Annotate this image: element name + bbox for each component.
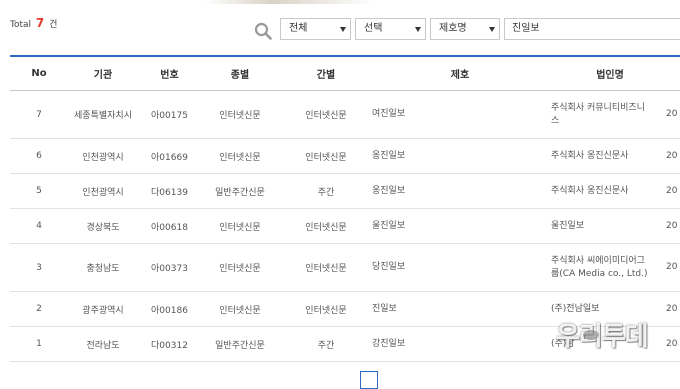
cell-title: 옹진일보 <box>372 185 406 196</box>
cell-reg-no: 다06139 <box>151 187 188 198</box>
cell-title: 여진일보 <box>372 109 406 119</box>
cell-extra: 20 <box>666 220 678 231</box>
cell-type: 인터넷신문 <box>219 152 261 163</box>
cell-agency: 전라남도 <box>86 340 120 351</box>
category-select-value: 전체 <box>289 23 308 34</box>
cell-type: 인터넷신문 <box>219 111 261 121</box>
cell-type: 인터넷신문 <box>219 222 261 233</box>
cell-corp: 주식회사 옹진신문사 <box>551 174 656 208</box>
cell-period: 인터넷신문 <box>305 152 347 163</box>
cell-agency: 세종특별자치시 <box>74 111 132 121</box>
chevron-down-icon <box>340 27 346 32</box>
corp-line: 주식회사 옹진신문사 <box>551 150 629 161</box>
table-row[interactable]: 7 세종특별자치시 아00175 인터넷신문 인터넷신문 여진일보 주식회사 커뮤니티비즈니… <box>10 91 680 139</box>
cell-extra: 20 <box>666 185 678 196</box>
category-select[interactable]: 전체 <box>280 18 351 40</box>
col-header-corp: 법인명 <box>596 70 624 81</box>
search-input[interactable]: 진일보 <box>504 18 680 40</box>
search-icon[interactable] <box>254 22 272 40</box>
cell-extra: 20 <box>666 150 678 161</box>
cell-no: 2 <box>36 304 42 314</box>
table-row[interactable]: 5 인천광역시 다06139 일반주간신문 주간 옹진일보 주식회사 옹진신문사 20 <box>10 174 680 209</box>
cell-agency: 경상북도 <box>86 222 120 233</box>
cell-title: 울진일보 <box>372 220 406 231</box>
col-header-number: 번호 <box>160 70 179 81</box>
total-suffix: 건 <box>49 20 58 30</box>
watermark-logo: 우리투데 <box>556 316 680 364</box>
table-row[interactable]: 4 경상북도 아00618 인터넷신문 인터넷신문 울진일보 울진일보 20 <box>10 209 680 244</box>
cell-reg-no: 아00373 <box>151 264 188 274</box>
top-banner-strip <box>0 0 680 4</box>
cell-no: 4 <box>36 221 42 231</box>
field-select[interactable]: 제호명 <box>430 18 500 40</box>
cell-extra: 20 <box>666 109 678 119</box>
search-input-value: 진일보 <box>512 23 540 34</box>
cell-period: 인터넷신문 <box>305 111 347 121</box>
col-header-type: 종별 <box>230 70 250 81</box>
table-row[interactable]: 6 인천광역시 아01669 인터넷신문 인터넷신문 옹진일보 주식회사 옹진신문사 20 <box>10 139 680 174</box>
cell-period: 주간 <box>317 340 335 351</box>
cell-period: 주간 <box>317 187 335 198</box>
cell-corp: 주식회사 씨에이미디어그룹(CA Media co., Ltd.) <box>551 244 656 291</box>
table-header: No 기관 번호 종별 간별 제호 법인명 <box>10 55 680 91</box>
cell-corp: 울진일보 <box>551 209 656 243</box>
cell-period: 인터넷신문 <box>305 305 347 316</box>
cell-type: 인터넷신문 <box>219 305 261 316</box>
watermark-text: 우리투데 <box>556 322 649 352</box>
cell-no: 1 <box>36 339 42 349</box>
cell-corp: 주식회사 커뮤니티비즈니스 <box>551 91 656 138</box>
cell-reg-no: 다00312 <box>151 340 188 351</box>
cell-reg-no: 아00175 <box>151 111 188 121</box>
cell-type: 인터넷신문 <box>219 264 261 274</box>
option-select[interactable]: 선택 <box>355 18 426 40</box>
logo-mark <box>583 330 599 340</box>
cell-agency: 인천광역시 <box>82 187 124 198</box>
cell-agency: 광주광역시 <box>82 305 124 316</box>
cell-reg-no: 아00618 <box>151 222 188 233</box>
total-prefix: Total <box>10 20 32 30</box>
cell-title: 강진일보 <box>372 338 406 349</box>
field-select-value: 제호명 <box>439 23 467 34</box>
corp-line: 울진일보 <box>551 220 585 231</box>
cell-no: 6 <box>36 151 42 161</box>
cell-reg-no: 아00186 <box>151 305 188 316</box>
corp-line: 주식회사 옹진신문사 <box>551 185 629 196</box>
cell-no: 5 <box>36 186 42 196</box>
corp-line: 주식회사 씨에이미디어그 <box>551 255 645 266</box>
col-header-title: 제호 <box>450 70 470 81</box>
option-select-value: 선택 <box>364 23 383 34</box>
cell-title: 진일보 <box>372 303 397 314</box>
cell-agency: 충청남도 <box>86 264 120 274</box>
cell-type: 일반주간신문 <box>215 187 265 198</box>
corp-line: (주)전남일보 <box>551 303 600 314</box>
chevron-down-icon <box>415 27 421 32</box>
pagination-button[interactable] <box>360 371 378 389</box>
cell-type: 일반주간신문 <box>215 340 265 351</box>
chevron-down-icon <box>489 27 495 32</box>
total-count: Total 7 건 <box>10 16 57 30</box>
cell-period: 인터넷신문 <box>305 264 347 274</box>
cell-no: 3 <box>36 262 42 273</box>
cell-title: 당진일보 <box>372 262 406 272</box>
corp-line: 스 <box>551 115 560 126</box>
cell-agency: 인천광역시 <box>82 152 124 163</box>
cell-title: 옹진일보 <box>372 150 406 161</box>
cell-corp: 주식회사 옹진신문사 <box>551 139 656 173</box>
cell-extra: 20 <box>666 262 678 272</box>
cell-no: 7 <box>36 109 42 120</box>
cell-period: 인터넷신문 <box>305 222 347 233</box>
corp-line: 룹(CA Media co., Ltd.) <box>551 268 648 279</box>
corp-line: 주식회사 커뮤니티비즈니 <box>551 102 645 113</box>
col-header-no: No <box>31 68 47 79</box>
col-header-agency: 기관 <box>93 70 113 81</box>
table-row[interactable]: 3 충청남도 아00373 인터넷신문 인터넷신문 당진일보 주식회사 씨에이미디어그룹(C… <box>10 244 680 292</box>
col-header-period: 간별 <box>316 70 336 81</box>
total-number: 7 <box>35 16 45 30</box>
cell-reg-no: 아01669 <box>151 152 188 163</box>
